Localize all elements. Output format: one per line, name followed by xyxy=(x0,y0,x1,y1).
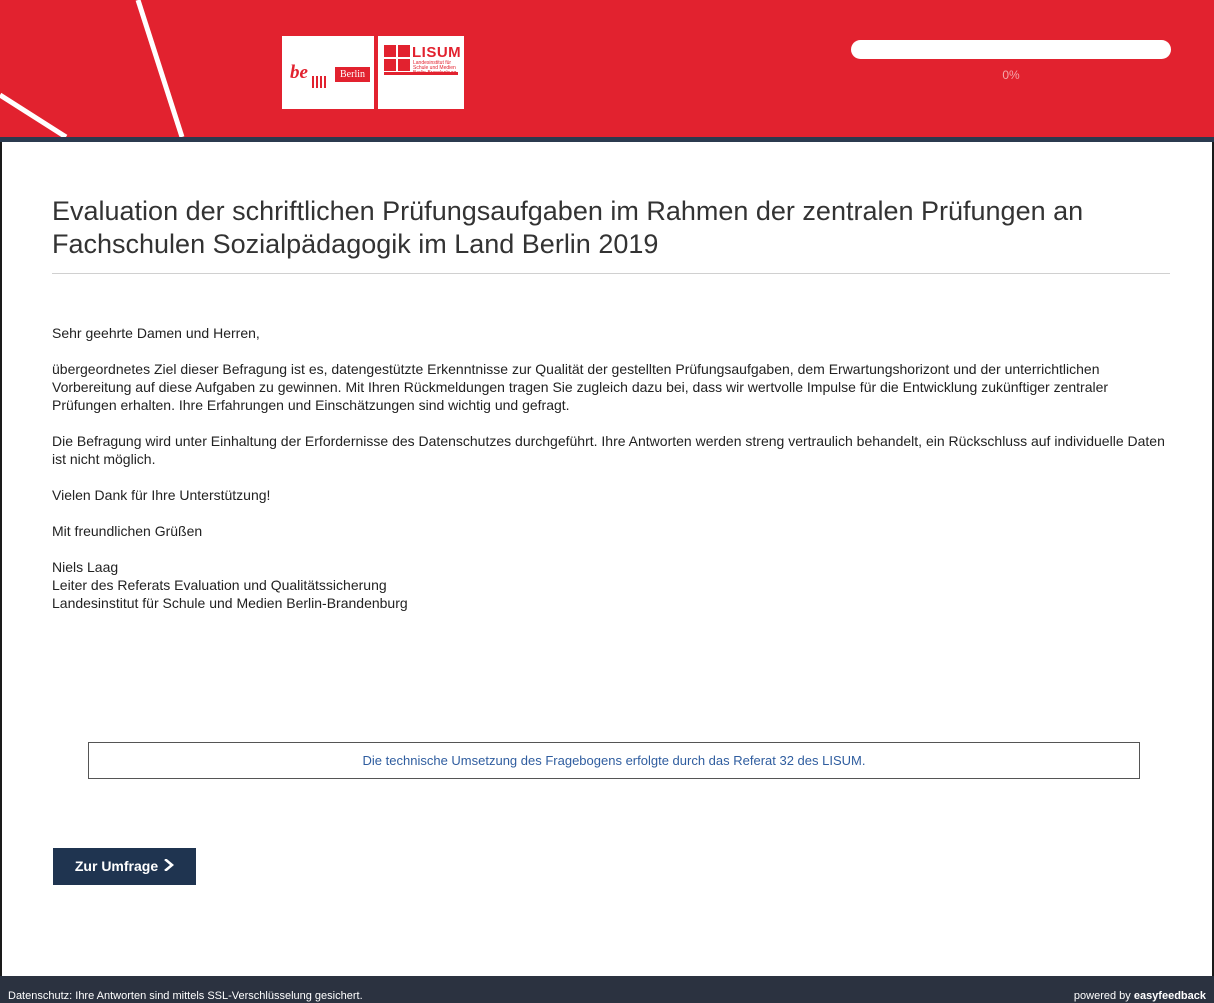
signature-role: Leiter des Referats Evaluation und Quali… xyxy=(52,577,387,593)
page-title: Evaluation der schriftlichen Prüfungsauf… xyxy=(52,195,1170,274)
start-survey-label: Zur Umfrage xyxy=(74,858,159,874)
greeting: Sehr geehrte Damen und Herren, xyxy=(52,325,260,341)
lisum-logo: LISUM Landesinstitut für Schule und Medi… xyxy=(378,36,464,109)
main-content: Evaluation der schriftlichen Prüfungsauf… xyxy=(52,195,1170,630)
powered-by-brand[interactable]: easyfeedback xyxy=(1134,990,1206,1002)
site-header: be Berlin LISUM Landesinstitut für Schul… xyxy=(0,0,1214,137)
header-stripe xyxy=(0,137,1214,142)
thanks-text: Vielen Dank für Ihre Unterstützung! xyxy=(52,487,271,503)
lisum-logo-title: LISUM xyxy=(412,44,462,61)
lisum-logo-rule xyxy=(384,72,458,75)
signature-name: Niels Laag xyxy=(52,559,119,575)
intro-paragraph-goal: übergeordnetes Ziel dieser Befragung ist… xyxy=(52,361,1109,413)
progress-label: 0% xyxy=(1002,68,1020,82)
lisum-logo-mark xyxy=(384,45,410,71)
powered-by-prefix: powered by xyxy=(1073,990,1134,1002)
signature-institute: Landesinstitut für Schule und Medien Ber… xyxy=(52,595,408,611)
signature: Niels Laag Leiter des Referats Evaluatio… xyxy=(52,558,1170,612)
closing-text: Mit freundlichen Grüßen xyxy=(52,523,203,539)
site-footer: Datenschutz: Ihre Antworten sind mittels… xyxy=(0,976,1214,1003)
berlin-logo-be: be xyxy=(290,62,308,83)
berlin-logo-flag: Berlin xyxy=(335,67,370,82)
privacy-notice: Datenschutz: Ihre Antworten sind mittels… xyxy=(8,990,363,1002)
progress-bar xyxy=(851,40,1171,59)
credit-notice: Die technische Umsetzung des Fragebogens… xyxy=(88,742,1140,779)
berlin-logo-bars xyxy=(312,70,332,88)
chevron-right-icon xyxy=(164,848,175,885)
berlin-logo: be Berlin xyxy=(282,36,374,109)
powered-by: powered by easyfeedback xyxy=(1074,990,1206,1002)
start-survey-button[interactable]: Zur Umfrage xyxy=(53,848,196,885)
intro-text: Sehr geehrte Damen und Herren, übergeord… xyxy=(52,324,1170,612)
intro-paragraph-privacy: Die Befragung wird unter Einhaltung der … xyxy=(52,433,1165,467)
